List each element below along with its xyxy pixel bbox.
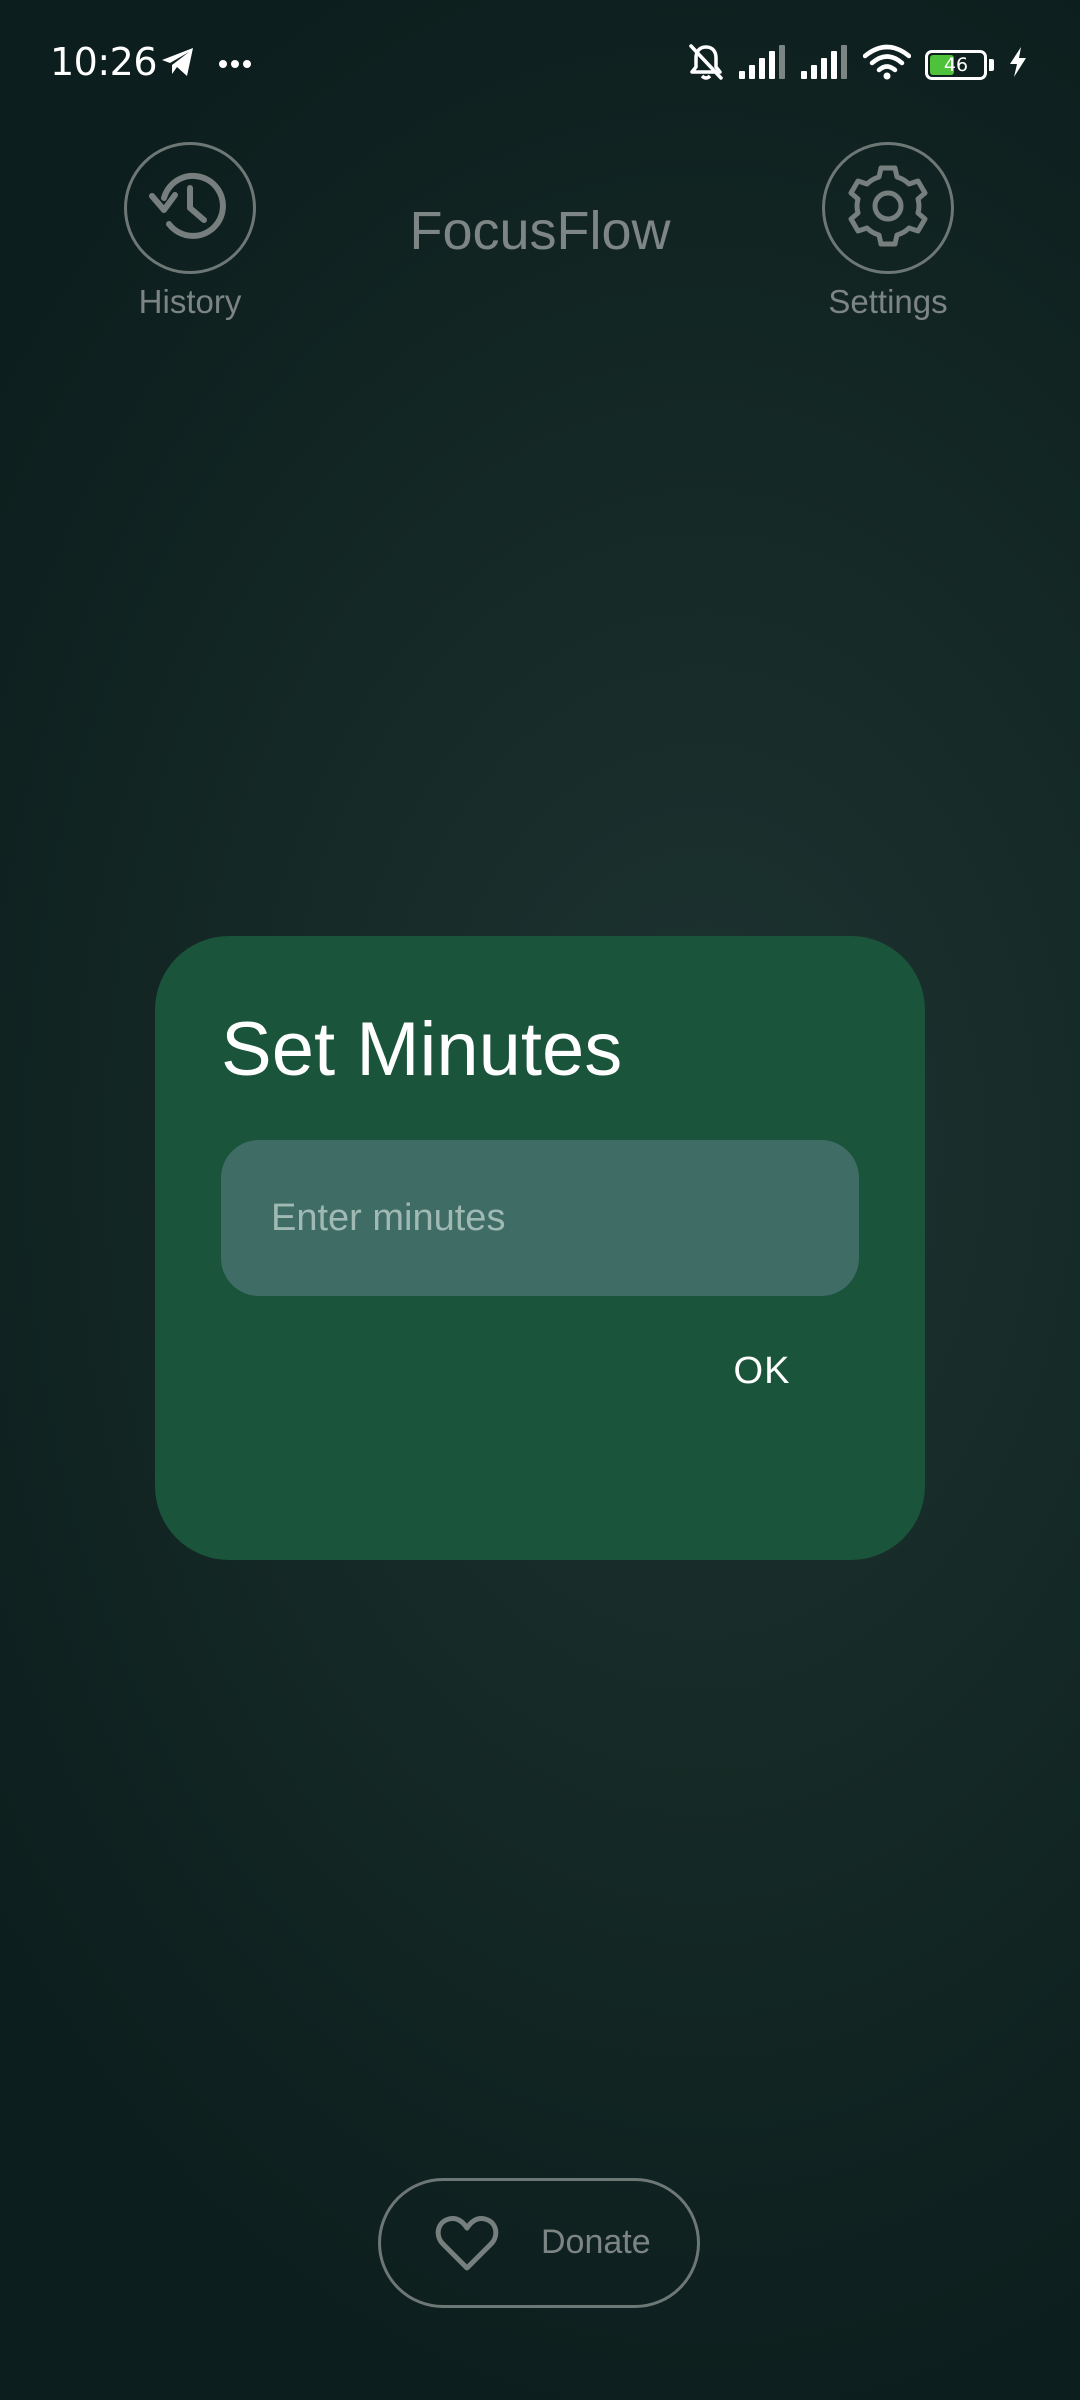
signal-icon (739, 45, 787, 84)
status-left-icons (160, 46, 252, 83)
dialog-title: Set Minutes (221, 1007, 623, 1092)
settings-label[interactable]: Settings (788, 283, 988, 321)
donate-label: Donate (541, 2223, 651, 2261)
settings-button[interactable] (822, 142, 954, 274)
history-label[interactable]: History (90, 283, 290, 321)
gear-icon (840, 158, 936, 259)
signal-icon (801, 45, 849, 84)
more-dots-icon (218, 56, 252, 74)
bell-muted-icon (687, 42, 725, 87)
status-right-icons: 46 (687, 42, 1028, 87)
telegram-icon (160, 46, 196, 83)
donate-button[interactable]: Donate (378, 2178, 700, 2308)
history-clock-icon (142, 158, 238, 259)
battery-level: 46 (943, 53, 969, 76)
battery-tip (989, 58, 994, 71)
history-button[interactable] (124, 142, 256, 274)
heart-icon (435, 2214, 499, 2279)
ok-button[interactable]: OK (707, 1336, 817, 1406)
app-title: FocusFlow (409, 201, 671, 261)
wifi-icon (862, 44, 912, 85)
charging-icon (1008, 46, 1028, 83)
minutes-input[interactable] (221, 1140, 859, 1296)
status-bar: 10:26 46 (0, 0, 1080, 130)
battery-icon: 46 (925, 49, 987, 80)
set-minutes-dialog: Set Minutes OK (155, 936, 925, 1560)
status-time: 10:26 (50, 40, 158, 84)
